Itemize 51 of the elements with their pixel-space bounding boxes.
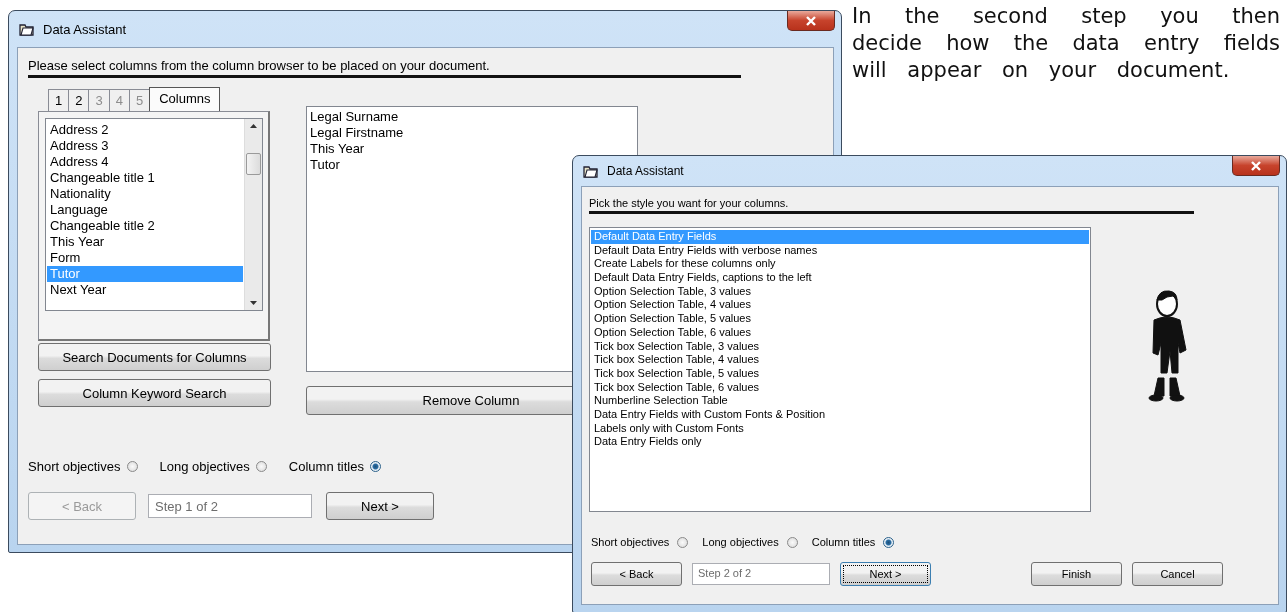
tab[interactable]: 1	[48, 89, 70, 111]
close-button[interactable]	[1232, 156, 1280, 176]
step-field[interactable]: Step 2 of 2	[692, 563, 830, 585]
scroll-thumb[interactable]	[246, 153, 261, 175]
nav-button[interactable]: Next >	[840, 562, 931, 586]
nav-button[interactable]: < Back	[591, 562, 682, 586]
instruction-text: Please select columns from the column browser to be placed on your document.	[28, 58, 491, 73]
close-icon	[805, 15, 817, 26]
list-item[interactable]: Nationality	[47, 186, 243, 202]
step-field[interactable]: Step 1 of 2	[148, 494, 312, 518]
action-button[interactable]: Search Documents for Columns	[38, 343, 271, 371]
list-item[interactable]: Changeable title 1	[47, 170, 243, 186]
list-item[interactable]: Address 3	[47, 138, 243, 154]
option-label: Column titles	[811, 536, 876, 548]
radio-button[interactable]	[370, 461, 381, 472]
window-title: Data Assistant	[43, 21, 127, 37]
column-list[interactable]: Address 2 Address 3 Address 4 Changeable title 1 Nationality Language Changeable title 2 This Year Form Tutor Next Year	[45, 118, 263, 311]
close-icon	[1250, 160, 1262, 171]
list-item[interactable]: This Year	[307, 141, 637, 157]
radio-button[interactable]	[786, 536, 798, 548]
nav-button[interactable]: Cancel	[1132, 562, 1223, 586]
action-button[interactable]: Column Keyword Search	[38, 379, 271, 407]
radio-button[interactable]	[883, 536, 895, 548]
scrollbar[interactable]	[244, 119, 262, 310]
list-item[interactable]: Legal Firstname	[307, 125, 637, 141]
list-item[interactable]: Next Year	[47, 282, 243, 298]
radio-button[interactable]	[126, 461, 138, 472]
nav-button[interactable]: Next >	[326, 492, 434, 520]
option-label: Short objectives	[591, 536, 670, 548]
list-item[interactable]: This Year	[47, 234, 243, 250]
radio-button[interactable]	[677, 536, 689, 548]
list-item[interactable]: Labels only with Custom Fonts	[591, 421, 1089, 436]
option-label: Long objectives	[702, 536, 779, 548]
list-item[interactable]: Address 2	[47, 122, 243, 138]
radio-button[interactable]	[255, 461, 267, 472]
list-item[interactable]: Form	[47, 250, 243, 266]
list-item[interactable]: Address 4	[47, 154, 243, 170]
close-button[interactable]	[787, 11, 835, 31]
nav-button[interactable]: Finish	[1031, 562, 1122, 586]
list-item[interactable]: Legal Surname	[307, 109, 637, 125]
option-label: Long objectives	[159, 459, 250, 474]
window-icon	[583, 164, 599, 178]
window-icon	[19, 22, 35, 36]
style-list[interactable]	[589, 227, 1091, 512]
tab[interactable]: Columns	[149, 87, 221, 111]
list-item[interactable]: Data Entry Fields only	[591, 435, 1089, 449]
description-text: In the second step you then decide how the data entry fields will appear on your document.	[852, 3, 1280, 84]
option-label: Short objectives	[28, 459, 121, 474]
list-item[interactable]: Changeable title 2	[47, 218, 243, 234]
option-label: Column titles	[288, 459, 364, 474]
list-item[interactable]: Language	[47, 202, 243, 218]
